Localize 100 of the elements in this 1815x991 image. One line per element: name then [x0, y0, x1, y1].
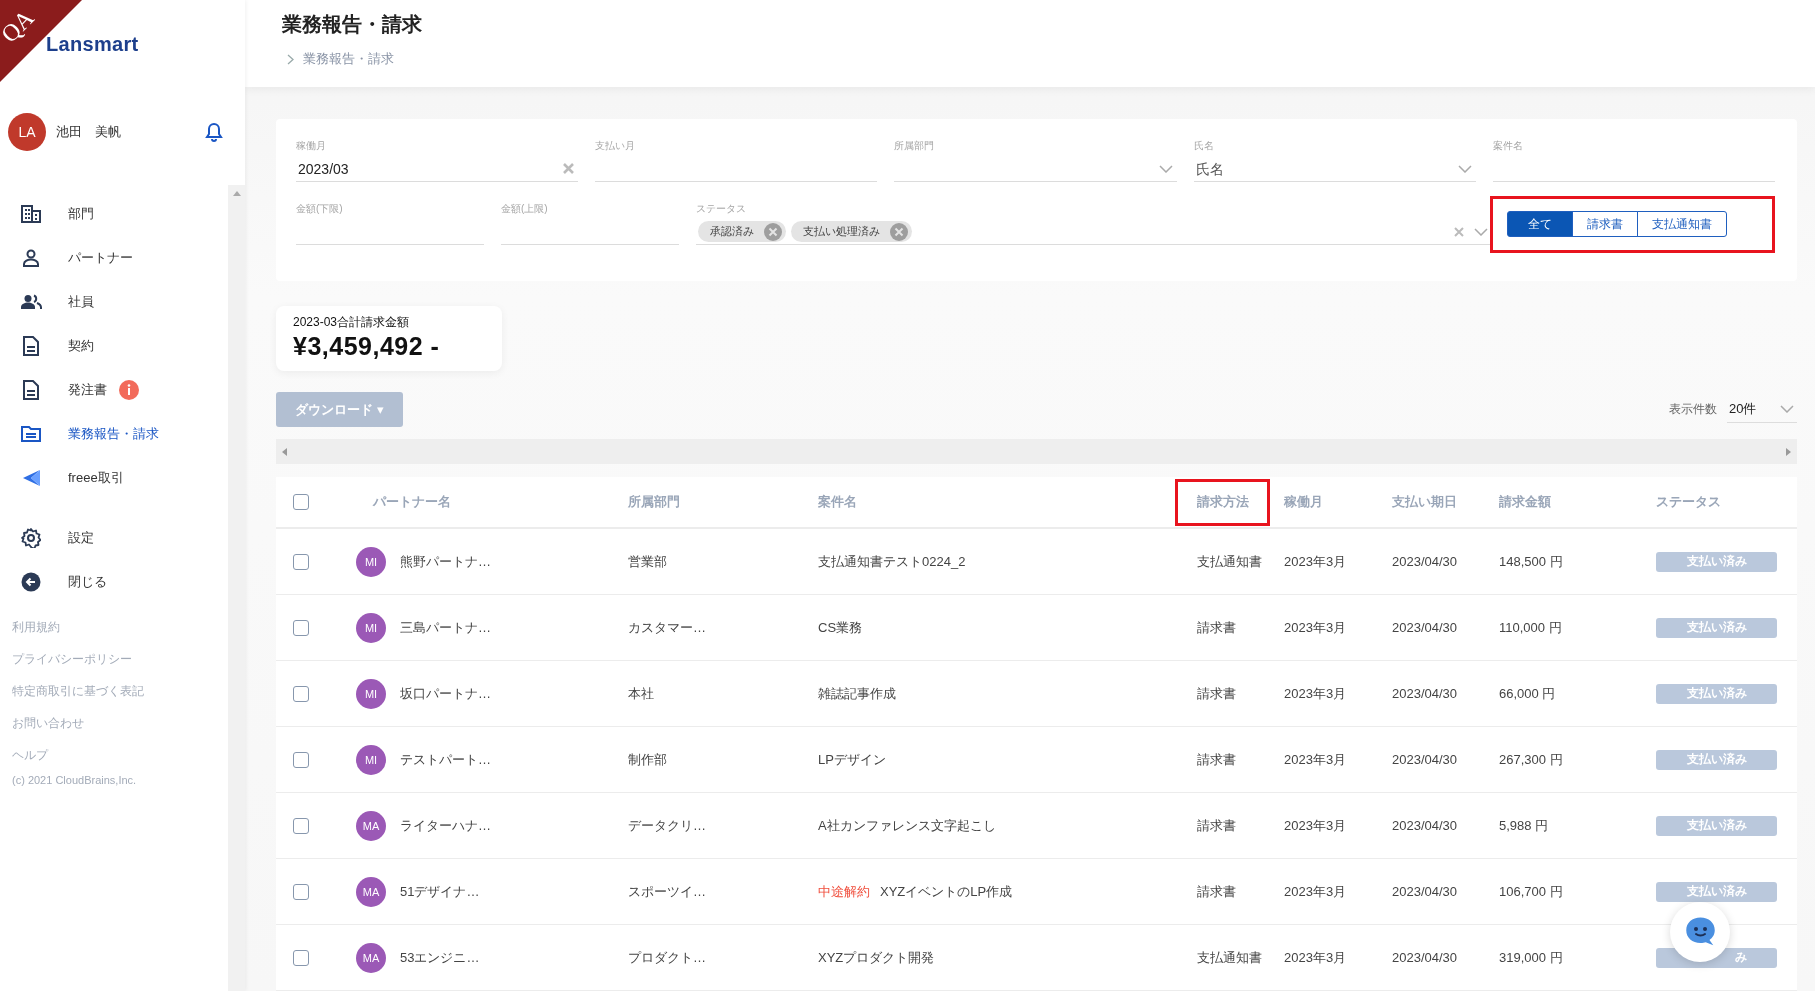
- checkbox[interactable]: [293, 494, 309, 510]
- sidebar-item[interactable]: 閉じる: [0, 560, 200, 604]
- table-cell: 148,500 円: [1499, 552, 1563, 571]
- field-label: 金額(下限): [296, 202, 343, 216]
- table-cell: カスタマー…: [628, 618, 706, 637]
- table-cell: 110,000 円: [1499, 618, 1562, 637]
- table-cell: 2023年3月: [1284, 552, 1347, 571]
- partner-name: 51デザイナ…: [400, 882, 480, 901]
- scroll-right-icon: [1786, 447, 1791, 456]
- partner-name: 53エンジニ…: [400, 948, 480, 967]
- paper-plane-icon: [21, 469, 41, 487]
- status-badge: 支払い済み: [1656, 749, 1777, 770]
- table-cell: 2023/04/30: [1392, 884, 1458, 899]
- table-cell: 2023/04/30: [1392, 686, 1458, 701]
- field-label: 所属部門: [894, 139, 935, 153]
- table-cell: 106,700 円: [1499, 882, 1563, 901]
- field-label: ステータス: [696, 202, 746, 216]
- total-label: 2023-03合計請求金額: [293, 314, 410, 331]
- sidebar-item[interactable]: パートナー: [0, 236, 200, 280]
- scroll-left-icon: [282, 447, 287, 456]
- chevron-down-icon: [1780, 405, 1794, 413]
- document-icon: [23, 380, 39, 400]
- checkbox[interactable]: [293, 685, 309, 702]
- partner-avatar: MA: [356, 942, 386, 973]
- partner-name: 坂口パートナ…: [400, 684, 491, 703]
- filter-chip[interactable]: 支払い処理済み: [791, 221, 912, 242]
- checkbox[interactable]: [293, 553, 309, 570]
- filter-chip[interactable]: 承認済み: [698, 221, 786, 242]
- table-cell: 2023/04/30: [1392, 554, 1458, 569]
- sidebar-item[interactable]: 業務報告・請求: [0, 412, 200, 456]
- toggle-button[interactable]: 請求書: [1572, 211, 1638, 237]
- table-cell: 2023年3月: [1284, 684, 1347, 703]
- table-cell: データクリ…: [628, 816, 706, 835]
- table-cell: 2023年3月: [1284, 618, 1347, 637]
- sidebar-item[interactable]: 契約: [0, 324, 200, 368]
- sidebar-item[interactable]: 発注書: [0, 368, 200, 412]
- sidebar-item[interactable]: 社員: [0, 280, 200, 324]
- partner-name: ライターハナ…: [400, 816, 491, 835]
- partner-name: 熊野パートナ…: [400, 552, 491, 571]
- table-cell: 雑誌記事作成: [818, 684, 896, 703]
- table-cell: 営業部: [628, 552, 667, 571]
- settings-icon: [21, 528, 41, 548]
- select-field[interactable]: 氏名: [1195, 160, 1452, 177]
- total-amount: ¥3,459,492 -: [293, 332, 440, 361]
- table-cell: LPデザイン: [818, 750, 886, 769]
- page-size-label: 表示件数: [1669, 401, 1717, 418]
- user-name: 池田 美帆: [56, 123, 121, 141]
- person-icon: [22, 249, 40, 267]
- checkbox[interactable]: [293, 949, 309, 966]
- partner-name: 三島パートナ…: [400, 618, 491, 637]
- input-field[interactable]: 承認済み 支払い処理済み: [696, 219, 1492, 245]
- field-label: 案件名: [1492, 139, 1523, 153]
- page-size-select[interactable]: 20件: [1727, 396, 1797, 423]
- checkbox[interactable]: [293, 817, 309, 834]
- partner-avatar: MI: [356, 744, 386, 775]
- folder-icon: [21, 426, 41, 442]
- table-cell: 2023年3月: [1284, 882, 1347, 901]
- status-badge: 支払い済み: [1656, 683, 1777, 704]
- table-cell: 2023/04/30: [1392, 620, 1458, 635]
- chevron-icon: [287, 53, 294, 65]
- table-cell: 請求書: [1197, 684, 1236, 703]
- partner-avatar: MI: [356, 546, 386, 577]
- scroll-up-icon: [232, 191, 241, 196]
- table-cell: 2023年3月: [1284, 816, 1347, 835]
- chevron-down-icon: [1474, 227, 1488, 236]
- clear-icon: [563, 163, 575, 174]
- table-cell: 支払通知書: [1197, 552, 1262, 571]
- table-cell: 267,300 円: [1499, 750, 1563, 769]
- toggle-button[interactable]: 全て: [1507, 211, 1573, 237]
- status-badge: 支払い済み: [1656, 881, 1777, 902]
- partner-name: テストパート…: [400, 750, 491, 769]
- sidebar-item[interactable]: freee取引: [0, 456, 200, 500]
- table-cell: XYZプロダクト開発: [818, 948, 935, 967]
- bell-icon[interactable]: [205, 122, 223, 142]
- sidebar-item[interactable]: 部門: [0, 192, 200, 236]
- table-cell: 2023/04/30: [1392, 818, 1458, 833]
- partner-avatar: MI: [356, 678, 386, 709]
- partner-avatar: MA: [356, 876, 386, 907]
- table-cell: プロダクト…: [628, 948, 706, 967]
- logo-text: Lansmart: [46, 32, 139, 56]
- table-cell: 5,988 円: [1499, 816, 1549, 835]
- sidebar-item[interactable]: 設定: [0, 516, 200, 560]
- input-field[interactable]: 2023/03: [298, 160, 558, 177]
- status-badge: 支払い済み: [1656, 617, 1777, 638]
- checkbox[interactable]: [293, 619, 309, 636]
- status-badge: 支払い済み: [1656, 551, 1777, 572]
- table-cell: CS業務: [818, 618, 863, 637]
- table-cell: 支払通知書テスト0224_2: [818, 552, 966, 571]
- partner-avatar: MA: [356, 810, 386, 841]
- table-cell: 2023年3月: [1284, 750, 1347, 769]
- checkbox[interactable]: [293, 883, 309, 900]
- copyright-text: (c) 2021 CloudBrains,Inc.: [11, 774, 137, 786]
- partner-avatar: MI: [356, 612, 386, 643]
- status-badge: 支払い済み: [1656, 815, 1777, 836]
- toggle-button[interactable]: 支払通知書: [1637, 211, 1727, 237]
- field-label: 稼働月: [296, 139, 326, 153]
- table-cell: 本社: [628, 684, 654, 703]
- checkbox[interactable]: [293, 751, 309, 768]
- remove-icon: [764, 222, 782, 241]
- clear-icon: [1454, 226, 1464, 237]
